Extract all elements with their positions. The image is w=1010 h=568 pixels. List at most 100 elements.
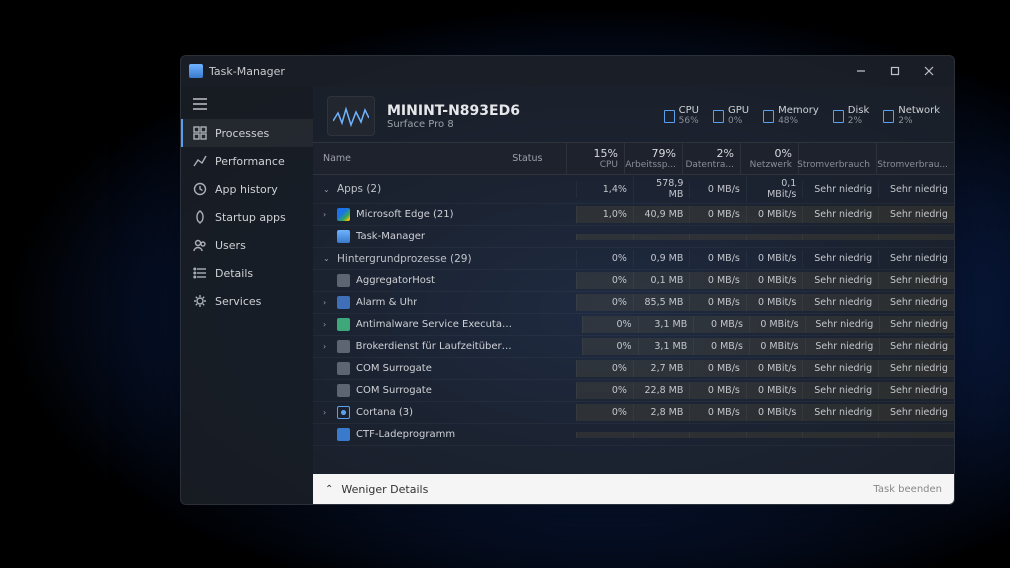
process-row[interactable]: ›Microsoft Edge (21)1,0%40,9 MB0 MB/s0 M…: [313, 204, 954, 226]
col-netzwerk[interactable]: 0%Netzwerk: [740, 143, 798, 174]
process-row[interactable]: ›Alarm & Uhr0%85,5 MB0 MB/s0 MBit/sSehr …: [313, 292, 954, 314]
chevron-right-icon[interactable]: ›: [323, 342, 331, 351]
metric-cell: 0 MBit/s: [746, 272, 802, 289]
process-row[interactable]: ›Cortana (3)0%2,8 MB0 MB/s0 MBit/sSehr n…: [313, 402, 954, 424]
metric-cell: 0%: [576, 404, 632, 421]
perf-thumbnail[interactable]: [327, 96, 375, 136]
header: MININT-N893ED6 Surface Pro 8 CPU56% GPU0%…: [313, 86, 954, 142]
metric-cell: 22,8 MB: [633, 382, 689, 399]
process-row[interactable]: CTF-Ladeprogramm: [313, 424, 954, 446]
metric-cell: Sehr niedrig: [878, 404, 954, 421]
hamburger-button[interactable]: [181, 92, 313, 119]
sidebar-item-label: App history: [215, 183, 278, 196]
metric-cell: Sehr niedrig: [878, 181, 954, 198]
chevron-right-icon[interactable]: ›: [323, 408, 331, 417]
metric-cell: 0,9 MB: [633, 250, 689, 267]
stat-network[interactable]: Network2%: [883, 106, 940, 126]
process-table[interactable]: Name Status 15%CPU79%Arbeitssp...2%Daten…: [313, 142, 954, 474]
metric-cell: 2,8 MB: [633, 404, 689, 421]
sidebar-item-processes[interactable]: Processes: [181, 119, 313, 147]
stat-disk[interactable]: Disk2%: [833, 106, 869, 126]
end-task-button[interactable]: Task beenden: [873, 484, 942, 495]
window-title: Task-Manager: [209, 65, 285, 78]
stat-gpu[interactable]: GPU0%: [713, 106, 749, 126]
chevron-right-icon[interactable]: ›: [323, 210, 331, 219]
footer: ⌃ Weniger Details Task beenden: [313, 474, 954, 504]
metric-cell: Sehr niedrig: [878, 250, 954, 267]
chevron-right-icon[interactable]: ›: [323, 298, 331, 307]
sidebar-item-label: Performance: [215, 155, 285, 168]
chevron-down-icon: ⌄: [323, 254, 331, 263]
metric-cell: [576, 234, 632, 240]
metric-cell: Sehr niedrig: [878, 382, 954, 399]
stat-icon: [763, 110, 774, 123]
hostname: MININT-N893ED6: [387, 103, 520, 119]
metric-cell: [576, 432, 632, 438]
metric-cell: 0 MB/s: [689, 181, 745, 198]
process-row[interactable]: COM Surrogate0%2,7 MB0 MB/s0 MBit/sSehr …: [313, 358, 954, 380]
metric-cell: 0%: [576, 272, 632, 289]
metric-cell: 0 MB/s: [689, 404, 745, 421]
process-icon: [337, 340, 350, 353]
sidebar-item-details[interactable]: Details: [181, 259, 313, 287]
col-arbeitssp[interactable]: 79%Arbeitssp...: [624, 143, 682, 174]
sidebar-item-users[interactable]: Users: [181, 231, 313, 259]
metric-cell: [802, 234, 878, 240]
main-panel: MININT-N893ED6 Surface Pro 8 CPU56% GPU0%…: [313, 86, 954, 504]
stat-icon: [833, 110, 844, 123]
chevron-right-icon[interactable]: ›: [323, 320, 331, 329]
process-row[interactable]: Task-Manager: [313, 226, 954, 248]
metric-cell: Sehr niedrig: [878, 272, 954, 289]
metric-cell: 0 MBit/s: [749, 338, 805, 355]
process-row[interactable]: AggregatorHost0%0,1 MB0 MB/s0 MBit/sSehr…: [313, 270, 954, 292]
sidebar-item-services[interactable]: Services: [181, 287, 313, 315]
metric-cell: 0%: [576, 360, 632, 377]
metric-cell: Sehr niedrig: [805, 338, 880, 355]
process-row[interactable]: ›Antimalware Service Executabl...0%3,1 M…: [313, 314, 954, 336]
stat-memory[interactable]: Memory48%: [763, 106, 819, 126]
titlebar[interactable]: Task-Manager: [181, 56, 954, 86]
sidebar-item-startup-apps[interactable]: Startup apps: [181, 203, 313, 231]
metric-cell: 0 MB/s: [689, 294, 745, 311]
process-row[interactable]: COM Surrogate0%22,8 MB0 MB/s0 MBit/sSehr…: [313, 380, 954, 402]
process-name: Alarm & Uhr: [356, 297, 417, 308]
sidebar-item-performance[interactable]: Performance: [181, 147, 313, 175]
col-stromverbrau[interactable]: Stromverbrau...: [876, 143, 954, 174]
col-stromverbrauch[interactable]: Stromverbrauch: [798, 143, 876, 174]
device-model: Surface Pro 8: [387, 119, 520, 130]
process-row[interactable]: ›Brokerdienst für Laufzeitüberwa...0%3,1…: [313, 336, 954, 358]
metric-cell: 0%: [582, 316, 638, 333]
fewer-details-button[interactable]: Weniger Details: [341, 483, 428, 496]
metric-cell: 0 MB/s: [689, 206, 745, 223]
metric-cell: [746, 234, 802, 240]
close-button[interactable]: [912, 58, 946, 84]
sidebar-item-app-history[interactable]: App history: [181, 175, 313, 203]
rocket-icon: [193, 210, 207, 224]
metric-cell: 1,4%: [576, 181, 632, 198]
metric-cell: 0 MBit/s: [746, 404, 802, 421]
process-icon: [337, 318, 350, 331]
col-datentra[interactable]: 2%Datentra...: [682, 143, 740, 174]
metric-cell: Sehr niedrig: [878, 294, 954, 311]
metric-cell: 0 MBit/s: [749, 316, 805, 333]
metric-cell: 0%: [576, 294, 632, 311]
process-icon: [337, 274, 350, 287]
metric-cell: Sehr niedrig: [802, 404, 878, 421]
col-status[interactable]: Status: [508, 143, 566, 174]
col-cpu[interactable]: 15%CPU: [566, 143, 624, 174]
process-name: COM Surrogate: [356, 363, 432, 374]
metric-cell: 0%: [576, 382, 632, 399]
minimize-button[interactable]: [844, 58, 878, 84]
metric-cell: Sehr niedrig: [802, 250, 878, 267]
process-name: Brokerdienst für Laufzeitüberwa...: [356, 341, 517, 352]
metric-cell: 0 MB/s: [689, 272, 745, 289]
metric-cell: Sehr niedrig: [802, 206, 878, 223]
metric-cell: Sehr niedrig: [879, 338, 954, 355]
col-name[interactable]: Name: [313, 143, 508, 174]
table-header: Name Status 15%CPU79%Arbeitssp...2%Daten…: [313, 142, 954, 175]
stat-cpu[interactable]: CPU56%: [664, 106, 699, 126]
maximize-button[interactable]: [878, 58, 912, 84]
metric-cell: 0 MB/s: [689, 360, 745, 377]
group-row[interactable]: ⌄Hintergrundprozesse (29)0%0,9 MB0 MB/s0…: [313, 248, 954, 270]
group-row[interactable]: ⌄Apps (2)1,4%578,9 MB0 MB/s0,1 MBit/sSeh…: [313, 175, 954, 204]
